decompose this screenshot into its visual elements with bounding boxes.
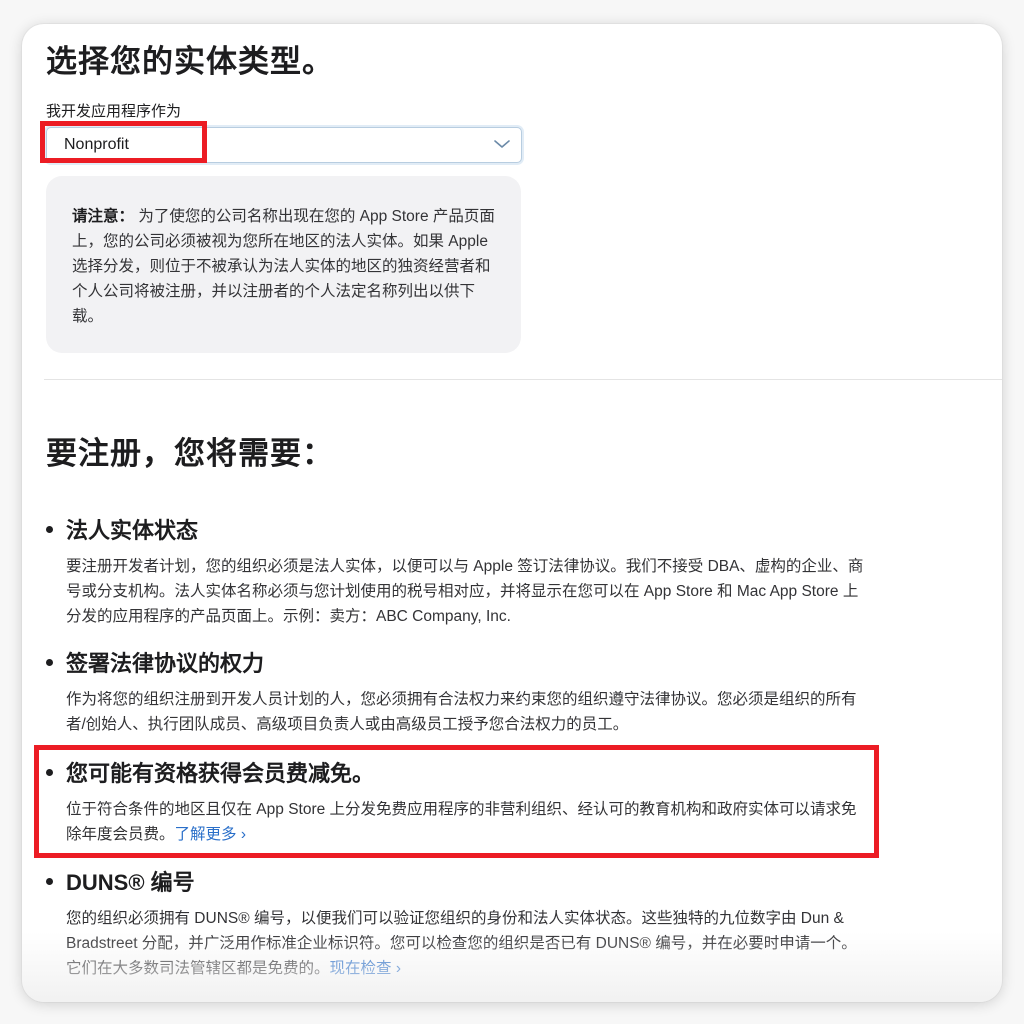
section-divider bbox=[44, 379, 1002, 380]
notice-label: 请注意： bbox=[72, 208, 135, 225]
requirements-title: 要注册，您将需要： bbox=[46, 436, 334, 471]
entity-type-title: 选择您的实体类型。 bbox=[46, 44, 334, 79]
bullet-icon bbox=[46, 877, 53, 885]
chevron-down-icon bbox=[494, 140, 510, 148]
entity-select-label: 我开发应用程序作为 bbox=[46, 103, 182, 120]
notice-box: 请注意： 为了使您的公司名称出现在您的 App Store 产品页面上，您的公司… bbox=[46, 176, 521, 353]
requirement-heading: 法人实体状态 bbox=[66, 518, 199, 543]
bullet-icon bbox=[46, 525, 53, 533]
notice-text: 为了使您的公司名称出现在您的 App Store 产品页面上，您的公司必须被视为… bbox=[72, 208, 495, 325]
requirement-heading: 签署法律协议的权力 bbox=[66, 651, 265, 676]
requirement-body: 作为将您的组织注册到开发人员计划的人，您必须拥有合法权力来约束您的组织遵守法律协… bbox=[66, 691, 857, 733]
requirement-duns-number: DUNS® 编号 您的组织必须拥有 DUNS® 编号，以便我们可以验证您组织的身… bbox=[46, 866, 866, 981]
requirement-heading: DUNS® 编号 bbox=[66, 870, 195, 895]
requirement-body-text: 您的组织必须拥有 DUNS® 编号，以便我们可以验证您组织的身份和法人实体状态。… bbox=[66, 910, 857, 977]
requirement-body: 您的组织必须拥有 DUNS® 编号，以便我们可以验证您组织的身份和法人实体状态。… bbox=[66, 906, 866, 981]
requirement-signing-authority: 签署法律协议的权力 作为将您的组织注册到开发人员计划的人，您必须拥有合法权力来约… bbox=[46, 647, 866, 737]
enrollment-window: 选择您的实体类型。 我开发应用程序作为 Nonprofit 请注意： 为了使您的… bbox=[22, 24, 1002, 1002]
requirement-body: 要注册开发者计划，您的组织必须是法人实体，以便可以与 Apple 签订法律协议。… bbox=[66, 558, 864, 625]
requirement-legal-entity: 法人实体状态 要注册开发者计划，您的组织必须是法人实体，以便可以与 Apple … bbox=[46, 514, 866, 629]
highlight-annotation-select bbox=[40, 121, 207, 163]
highlight-annotation-fee-waiver bbox=[34, 745, 879, 858]
check-now-link[interactable]: 现在检查 › bbox=[330, 960, 401, 977]
bullet-icon bbox=[46, 658, 53, 666]
